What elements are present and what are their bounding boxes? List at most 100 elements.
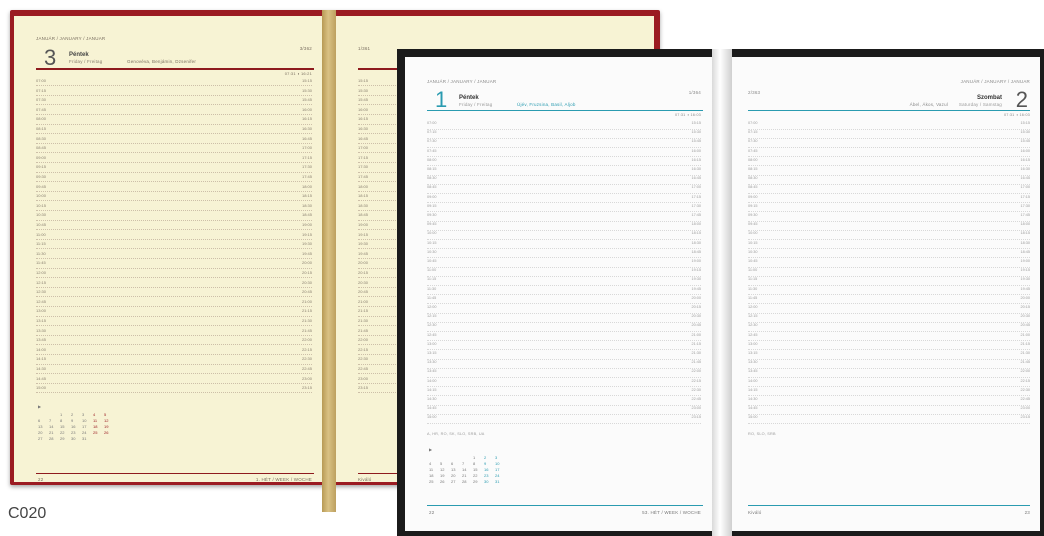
time-label: 10:30 <box>36 212 47 218</box>
day-name: Szombat <box>976 95 1002 101</box>
time-slot-row: 15:00 23:15 <box>427 415 701 424</box>
time-label-end: 20:15 <box>1020 305 1030 309</box>
time-label: 07:45 <box>427 148 437 153</box>
time-label: 12:00 <box>36 270 47 275</box>
time-slot-row: 10:00 18:15 <box>748 231 1030 240</box>
footer-rule <box>36 473 314 474</box>
time-slot-row: 12:30 20:45 <box>748 323 1030 332</box>
day-sub: Friday / Freitag <box>69 59 103 64</box>
calendar-day: 11 <box>429 467 434 472</box>
time-label: 07:45 <box>36 106 47 112</box>
calendar-day: 2 <box>71 412 74 417</box>
time-label-end: 15:45 <box>301 97 312 103</box>
calendar-day: 10 <box>82 418 87 423</box>
calendar-day: 24 <box>495 473 500 478</box>
time-slot-row: 09:45 18:00 <box>427 222 701 231</box>
time-slot-row: 07:45 16:00 <box>427 149 701 158</box>
calendar-day: 12 <box>104 418 109 423</box>
time-label: 12:45 <box>748 332 758 337</box>
time-label-end: 17:00 <box>1020 185 1030 190</box>
time-label: 17:45 <box>358 174 369 179</box>
time-slot-row: 10:45 19:00 <box>427 259 701 268</box>
time-label-end: 17:15 <box>691 194 701 199</box>
time-label-end: 23:00 <box>301 375 312 381</box>
time-slot-row: 13:30 21:45 <box>427 360 701 369</box>
time-label: 15:45 <box>358 97 369 103</box>
time-label-end: 17:30 <box>691 203 701 208</box>
calendar-day: 6 <box>38 418 41 423</box>
time-label-end: 18:30 <box>1020 240 1030 245</box>
time-slot-row: 07:30 15:45 <box>427 139 701 148</box>
time-label-end: 23:00 <box>1020 406 1030 411</box>
time-label: 09:15 <box>748 203 758 208</box>
time-slot-row: 12:30 20:45 <box>36 289 312 298</box>
time-label-end: 20:45 <box>691 323 701 328</box>
time-label-end: 21:15 <box>1020 341 1030 346</box>
time-label: 14:15 <box>36 356 47 362</box>
time-label-end: 21:00 <box>1020 332 1030 337</box>
time-slot-row: 11:15 19:30 <box>748 277 1030 286</box>
time-label: 11:45 <box>36 260 46 266</box>
time-label: 15:30 <box>358 87 369 93</box>
time-label-end: 16:00 <box>691 148 701 153</box>
time-slot-row: 10:15 18:30 <box>36 203 312 211</box>
calendar-day: 14 <box>49 424 54 429</box>
time-label: 21:15 <box>358 308 369 314</box>
time-slot-row: 13:15 21:30 <box>36 318 312 327</box>
time-slot-row: 13:30 21:45 <box>36 328 312 336</box>
time-label: 13:45 <box>427 369 437 374</box>
time-label: 23:00 <box>358 375 369 381</box>
time-label-end: 19:00 <box>691 259 701 263</box>
time-label: 14:45 <box>748 406 758 411</box>
time-slot-row: 09:00 17:15 <box>36 155 312 163</box>
footer-rule <box>748 505 1030 506</box>
calendar-day: 23 <box>484 473 489 478</box>
time-slot-row: 12:45 21:00 <box>36 299 312 307</box>
time-slot-row: 08:15 16:30 <box>36 126 312 135</box>
time-slot-row: 14:30 22:45 <box>36 366 312 375</box>
time-label: 12:30 <box>427 323 437 328</box>
time-label-end: 18:45 <box>301 212 312 218</box>
header-rule <box>748 110 1030 112</box>
time-label: 20:45 <box>358 289 369 295</box>
time-label: 10:30 <box>427 249 437 254</box>
time-slot-row: 07:00 15:15 <box>36 78 312 87</box>
time-slot-row: 11:45 20:00 <box>36 260 312 269</box>
time-label-end: 22:15 <box>301 346 312 352</box>
time-label-end: 20:30 <box>1020 314 1030 319</box>
sunrise-sunset: 07:31 ◑ 16:03 <box>1003 113 1030 117</box>
planner-spine <box>712 49 732 536</box>
time-label-end: 22:45 <box>1020 397 1030 401</box>
time-label: 09:00 <box>748 194 758 199</box>
calendar-day: 8 <box>473 461 476 466</box>
time-label: 09:30 <box>36 174 47 179</box>
time-label: 16:00 <box>358 106 369 112</box>
time-label: 16:30 <box>358 126 369 131</box>
time-slot-row: 13:15 21:30 <box>427 351 701 360</box>
time-label-end: 19:15 <box>1020 268 1030 273</box>
calendar-day: 15 <box>60 424 65 429</box>
day-name: Péntek <box>69 52 89 58</box>
time-label: 10:00 <box>36 193 47 199</box>
time-label: 19:30 <box>358 241 369 247</box>
time-label: 11:15 <box>427 277 437 282</box>
calendar-day: 13 <box>451 467 456 472</box>
time-label-end: 19:15 <box>691 268 701 273</box>
time-label-end: 21:00 <box>691 332 701 337</box>
sunrise-sunset: 07:31 ◑ 16:21 <box>284 71 312 76</box>
time-slot-row: 12:45 21:00 <box>427 333 701 342</box>
time-label: 19:00 <box>358 222 369 227</box>
time-label: 11:30 <box>748 286 758 291</box>
time-label: 21:30 <box>358 318 369 323</box>
calendar-day: 5 <box>440 461 443 466</box>
time-slot-row: 14:30 22:45 <box>427 397 701 406</box>
time-label-end: 20:30 <box>691 314 701 319</box>
time-label: 13:00 <box>748 341 758 346</box>
time-label: 10:15 <box>427 240 437 245</box>
calendar-day: 9 <box>71 418 74 423</box>
time-slot-row: 09:15 17:30 <box>36 164 312 173</box>
time-slot-row: 14:15 22:30 <box>427 388 701 397</box>
time-slot-row: 11:30 19:45 <box>36 251 312 259</box>
month-header: JANUÁR / JANUARY / JANUAR <box>36 36 106 41</box>
calendar-day: 15 <box>473 467 478 472</box>
